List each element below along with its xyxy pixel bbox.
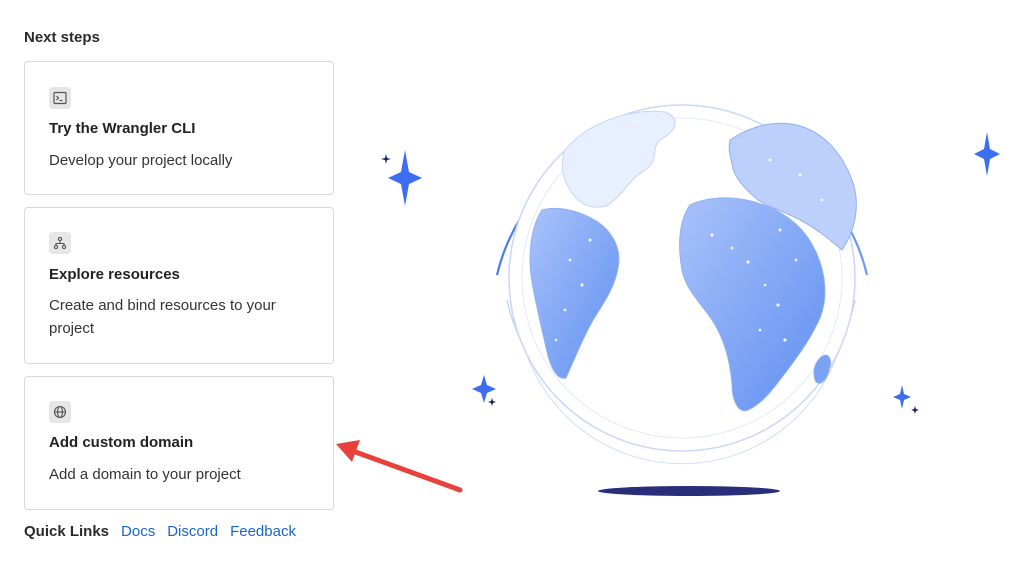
card-wrangler-cli[interactable]: Try the Wrangler CLI Develop your projec… [24, 61, 334, 195]
card-description: Add a domain to your project [49, 466, 241, 483]
next-steps-heading: Next steps [24, 29, 100, 46]
discord-link[interactable]: Discord [167, 523, 218, 540]
annotation-arrow [336, 440, 463, 493]
sparkle-icon [893, 385, 919, 414]
docs-link[interactable]: Docs [121, 523, 155, 540]
terminal-icon [49, 87, 71, 109]
card-title: Try the Wrangler CLI [49, 120, 196, 137]
sparkle-icon [381, 150, 422, 206]
quick-links-label: Quick Links [24, 523, 110, 540]
feedback-link[interactable]: Feedback [230, 523, 296, 540]
card-title: Add custom domain [49, 434, 194, 451]
quick-links: Quick Links Docs Discord Feedback [24, 523, 296, 540]
globe-shadow [598, 486, 780, 496]
card-description: Create and bind resources to your projec… [49, 297, 276, 337]
globe-icon [49, 401, 71, 423]
card-add-custom-domain[interactable]: Add custom domain Add a domain to your p… [24, 376, 334, 510]
page: Next steps Try the Wrangler CLI Develop … [0, 0, 1024, 561]
globe [508, 104, 857, 452]
card-description: Develop your project locally [49, 152, 233, 169]
resources-icon [49, 232, 71, 254]
sparkle-icon [472, 375, 496, 406]
sparkle-icon [974, 132, 1000, 176]
card-explore-resources[interactable]: Explore resources Create and bind resour… [24, 207, 334, 364]
card-title: Explore resources [49, 266, 180, 283]
